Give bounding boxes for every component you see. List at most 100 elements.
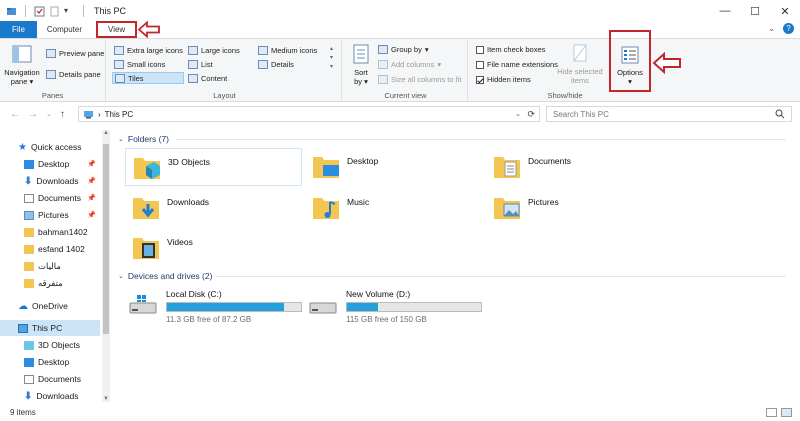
sidebar-item-3d-objects[interactable]: 3D Objects	[0, 337, 100, 353]
forward-arrow-icon[interactable]: →	[28, 109, 38, 120]
hide-selected-items-button[interactable]: Hide selected items	[554, 43, 606, 85]
size-all-columns-button[interactable]: Size all columns to fit	[378, 75, 461, 84]
layout-extra-large-icons[interactable]: Extra large icons	[114, 46, 183, 55]
new-folder-icon[interactable]	[49, 6, 60, 17]
maximize-button[interactable]: ☐	[740, 0, 770, 22]
customize-toolbar-icon[interactable]: ▾	[64, 6, 75, 17]
scroll-thumb[interactable]	[103, 144, 109, 334]
up-arrow-icon[interactable]: ↑	[60, 109, 65, 120]
details-view-icon[interactable]	[766, 408, 777, 417]
folder-tile-pictures[interactable]: Pictures	[492, 192, 662, 228]
folder-tile-videos[interactable]: Videos	[131, 232, 301, 268]
folder-tile-downloads[interactable]: Downloads	[131, 192, 301, 228]
hidden-items-checkbox[interactable]	[476, 75, 484, 84]
layout-tiles[interactable]: Tiles	[112, 72, 184, 84]
sidebar-item-pc-desktop[interactable]: Desktop	[0, 354, 100, 370]
layout-scroll-up-icon[interactable]: ▴	[330, 45, 333, 52]
folders-section-header[interactable]: ⌄ Folders (7)	[118, 134, 169, 144]
show-hide-group-label: Show/hide	[547, 91, 583, 100]
folder-label: Desktop	[347, 156, 379, 166]
sidebar-item-esfand-1402[interactable]: esfand 1402	[0, 241, 100, 257]
file-name-extensions-toggle[interactable]: File name extensions	[476, 60, 558, 69]
drives-section-header[interactable]: ⌄ Devices and drives (2)	[118, 271, 212, 281]
layout-medium-icons[interactable]: Medium icons	[258, 46, 317, 55]
content-icon	[188, 74, 198, 83]
sidebar-item-pc-documents[interactable]: Documents	[0, 371, 100, 387]
large-icons-view-icon[interactable]	[781, 408, 792, 417]
layout-list[interactable]: List	[188, 60, 213, 69]
ribbon-tabs: File Computer View ⌄ ?	[0, 21, 800, 38]
back-arrow-icon[interactable]: ←	[10, 109, 20, 120]
add-columns-label: Add columns	[391, 60, 435, 69]
explorer-app-icon[interactable]	[6, 6, 17, 17]
large-icons-label: Large icons	[201, 46, 240, 55]
file-name-extensions-checkbox[interactable]	[476, 60, 484, 69]
details-pane-button[interactable]: Details pane	[46, 70, 101, 79]
folder-tile-documents[interactable]: Documents	[492, 151, 662, 187]
layout-large-icons[interactable]: Large icons	[188, 46, 240, 55]
tab-file[interactable]: File	[0, 21, 37, 38]
sidebar-item-documents[interactable]: Documents 📌	[0, 190, 100, 206]
chevron-down-icon[interactable]: ⌄	[768, 24, 775, 33]
sidebar-item-this-pc[interactable]: This PC	[0, 320, 100, 336]
address-dropdown-icon[interactable]: ⌄	[515, 110, 521, 118]
item-check-boxes-checkbox[interactable]	[476, 45, 484, 54]
close-button[interactable]: ✕	[770, 0, 800, 22]
drive-tile-c[interactable]: Local Disk (C:) 11.3 GB free of 87.2 GB	[128, 289, 302, 324]
drive-tile-d[interactable]: New Volume (D:) 115 GB free of 150 GB	[308, 289, 482, 324]
pin-icon: 📌	[87, 195, 96, 202]
folder-tile-3d-objects[interactable]: 3D Objects	[125, 148, 302, 186]
sidebar-item-desktop[interactable]: Desktop 📌	[0, 156, 100, 172]
minimize-button[interactable]: —	[710, 0, 740, 22]
pictures-folder-icon	[494, 198, 520, 219]
sidebar-item-label: 3D Objects	[38, 340, 81, 350]
layout-details[interactable]: Details	[258, 60, 294, 69]
help-icon[interactable]: ?	[783, 23, 794, 34]
tab-view[interactable]: View	[96, 21, 138, 38]
address-field[interactable]: › This PC ⌄ ⟳	[78, 106, 540, 122]
layout-content[interactable]: Content	[188, 74, 227, 83]
drive-info: New Volume (D:) 115 GB free of 150 GB	[346, 289, 482, 324]
layout-scroll[interactable]: ▴ ▾ ▾	[330, 45, 333, 70]
layout-small-icons[interactable]: Small icons	[114, 60, 165, 69]
preview-pane-button[interactable]: Preview pane	[46, 49, 104, 58]
sidebar-item-bahman1402[interactable]: bahman1402	[0, 224, 100, 240]
drive-name: Local Disk (C:)	[166, 289, 222, 299]
sort-by-button[interactable]: Sort by ▾	[350, 43, 372, 86]
this-pc-icon	[84, 110, 93, 118]
scroll-down-icon[interactable]: ▼	[102, 396, 110, 402]
recent-locations-icon[interactable]: ⌄	[46, 110, 52, 118]
layout-scroll-down-icon[interactable]: ▾	[330, 54, 333, 61]
layout-expand-icon[interactable]: ▾	[330, 63, 333, 70]
drive-usage-fill	[167, 303, 284, 311]
layout-group: Extra large icons Large icons Medium ico…	[108, 41, 342, 101]
sidebar-item-label: مالیات	[38, 260, 61, 271]
pin-icon: 📌	[87, 212, 96, 219]
tab-computer[interactable]: Computer	[37, 21, 92, 38]
medium-icons-label: Medium icons	[271, 46, 318, 55]
sidebar-item-maliyat[interactable]: مالیات	[0, 258, 100, 274]
add-columns-button[interactable]: Add columns ▾	[378, 60, 441, 69]
search-input[interactable]: Search This PC	[546, 106, 792, 122]
sidebar-item-pictures[interactable]: Pictures 📌	[0, 207, 100, 223]
title-separator	[83, 5, 84, 17]
scroll-up-icon[interactable]: ▲	[102, 130, 110, 136]
navigation-pane: ★ Quick access Desktop 📌 ⬇ Downloads 📌 D…	[0, 130, 100, 402]
navigation-pane-button[interactable]: Navigation pane ▾	[2, 43, 42, 86]
sidebar-item-motefareghe[interactable]: متفرقه	[0, 275, 100, 291]
refresh-icon[interactable]: ⟳	[527, 109, 535, 120]
nav-scrollbar[interactable]: ▲ ▼	[102, 130, 110, 402]
sidebar-item-pc-downloads[interactable]: ⬇ Downloads	[0, 388, 100, 404]
folder-tile-music[interactable]: Music	[311, 192, 481, 228]
item-check-boxes-toggle[interactable]: Item check boxes	[476, 45, 545, 54]
sidebar-item-onedrive[interactable]: ☁ OneDrive	[0, 298, 100, 314]
videos-folder-icon	[133, 238, 159, 259]
breadcrumb-chevron-icon: ›	[98, 109, 101, 119]
group-by-chevron-icon: ▾	[424, 45, 429, 54]
folder-tile-desktop[interactable]: Desktop	[311, 151, 481, 187]
group-by-button[interactable]: Group by ▾	[378, 45, 429, 54]
hidden-items-toggle[interactable]: Hidden items	[476, 75, 531, 84]
sidebar-item-quick-access[interactable]: ★ Quick access	[0, 139, 100, 155]
sidebar-item-downloads[interactable]: ⬇ Downloads 📌	[0, 173, 100, 189]
properties-icon[interactable]	[34, 6, 45, 17]
